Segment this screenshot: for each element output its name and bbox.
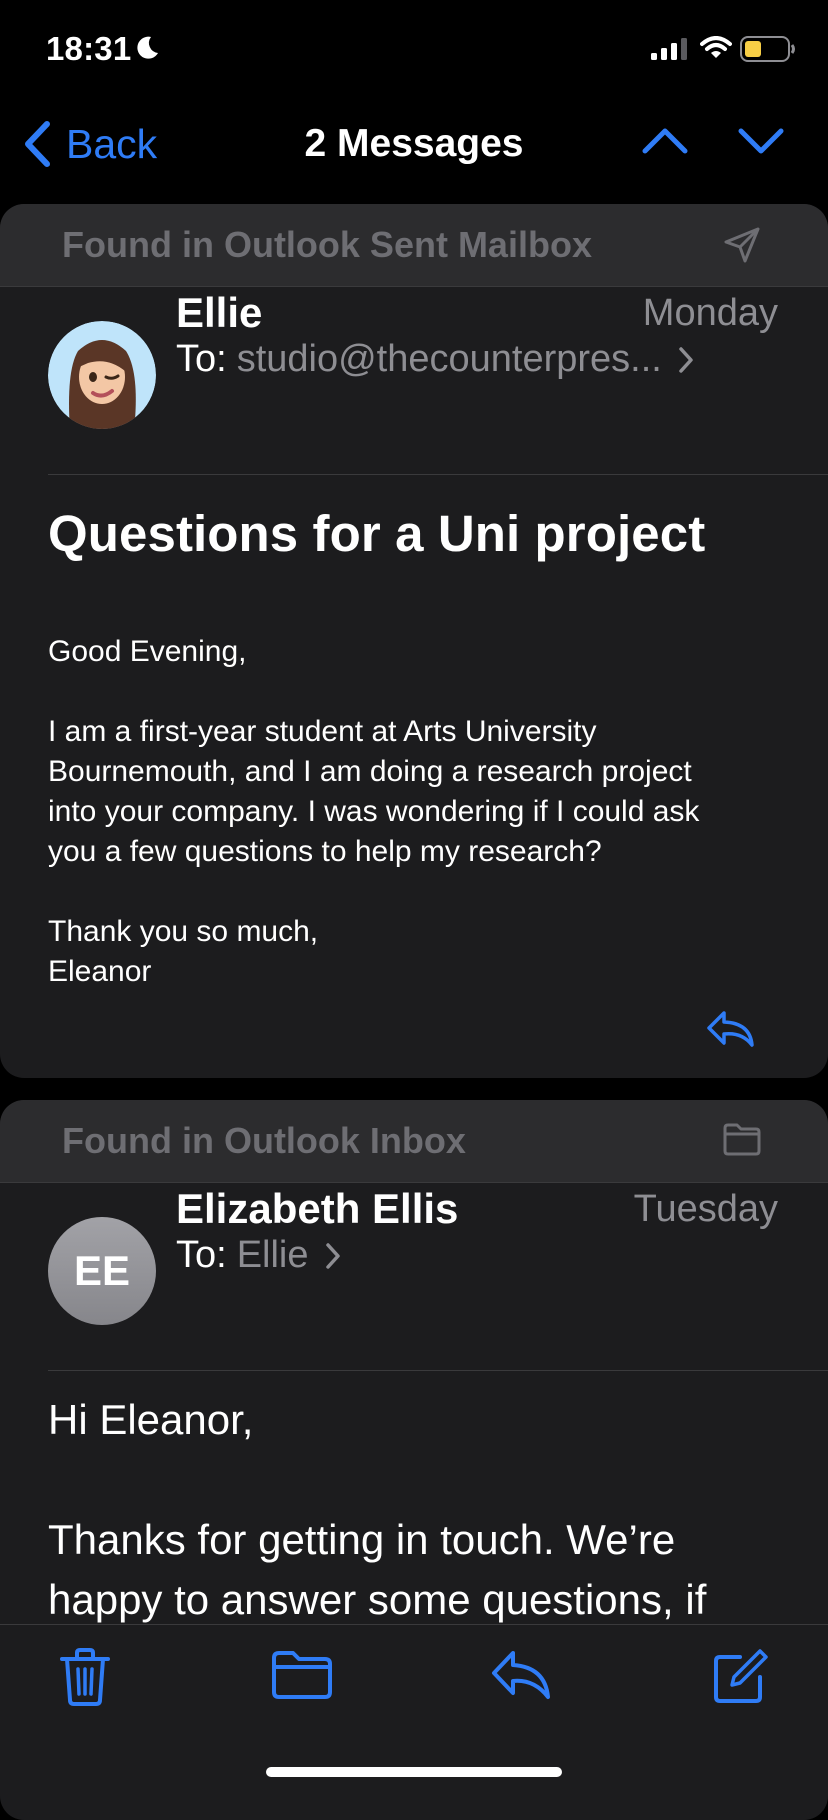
folder-icon <box>272 1651 332 1699</box>
compose-icon <box>714 1649 768 1703</box>
recipient-line[interactable]: To: Ellie <box>176 1234 341 1277</box>
reply-button[interactable] <box>490 1647 552 1703</box>
divider <box>48 474 828 475</box>
mailbox-banner: Found in Outlook Sent Mailbox <box>0 204 828 287</box>
previous-message-button[interactable] <box>641 125 689 157</box>
divider <box>48 1370 828 1371</box>
reply-icon[interactable] <box>706 1009 756 1049</box>
sender-name: Ellie <box>176 289 263 336</box>
recipient-address: studio@thecounterpres... <box>236 338 662 380</box>
navigation-bar: Back 2 Messages <box>0 100 828 200</box>
message-body: Good Evening, I am a first-year student … <box>48 632 778 992</box>
message-subject: Questions for a Uni project <box>48 505 706 562</box>
body-greeting: Hi Eleanor, <box>48 1396 254 1443</box>
moon-icon <box>133 34 161 62</box>
cellular-signal-icon <box>651 38 689 60</box>
trash-icon <box>60 1648 110 1706</box>
body-signoff: Thank you so much, Eleanor <box>48 915 319 988</box>
chevron-up-icon <box>642 128 688 154</box>
folder-icon <box>722 1121 762 1157</box>
message-date: Monday <box>642 292 778 334</box>
trash-button[interactable] <box>58 1647 112 1707</box>
body-paragraph: Thanks for getting in touch. We’re happy… <box>48 1516 707 1623</box>
page-title: 2 Messages <box>304 122 524 165</box>
to-label: To: <box>176 338 227 380</box>
avatar[interactable]: EE <box>48 1217 156 1325</box>
message-date: Tuesday <box>633 1188 778 1230</box>
home-indicator[interactable] <box>266 1767 562 1777</box>
bottom-toolbar <box>0 1624 828 1793</box>
to-label: To: <box>176 1234 227 1276</box>
recipient-line[interactable]: To: studio@thecounterpres... <box>176 338 694 381</box>
wifi-icon <box>700 36 732 60</box>
status-time: 18:31 <box>46 30 132 67</box>
chevron-down-icon <box>738 128 784 154</box>
chevron-right-icon <box>678 346 694 374</box>
reply-icon <box>492 1651 550 1699</box>
status-bar: 18:31 <box>0 0 828 100</box>
compose-button[interactable] <box>710 1647 770 1707</box>
message-card: Found in Outlook Sent Mailbox Ellie Mond… <box>0 204 828 1078</box>
sender-name: Elizabeth Ellis <box>176 1185 459 1232</box>
body-paragraph: I am a first-year student at Arts Univer… <box>48 715 700 868</box>
mailbox-label: Found in Outlook Sent Mailbox <box>62 224 592 265</box>
mailbox-banner: Found in Outlook Inbox <box>0 1100 828 1183</box>
chevron-right-icon <box>325 1242 341 1270</box>
move-to-folder-button[interactable] <box>270 1647 334 1703</box>
body-greeting: Good Evening, <box>48 635 247 668</box>
paper-plane-icon <box>722 225 762 265</box>
recipient-name: Ellie <box>236 1234 309 1276</box>
mailbox-label: Found in Outlook Inbox <box>62 1120 466 1161</box>
next-message-button[interactable] <box>737 125 785 157</box>
avatar[interactable] <box>48 321 156 429</box>
battery-low-power-icon <box>740 36 796 62</box>
